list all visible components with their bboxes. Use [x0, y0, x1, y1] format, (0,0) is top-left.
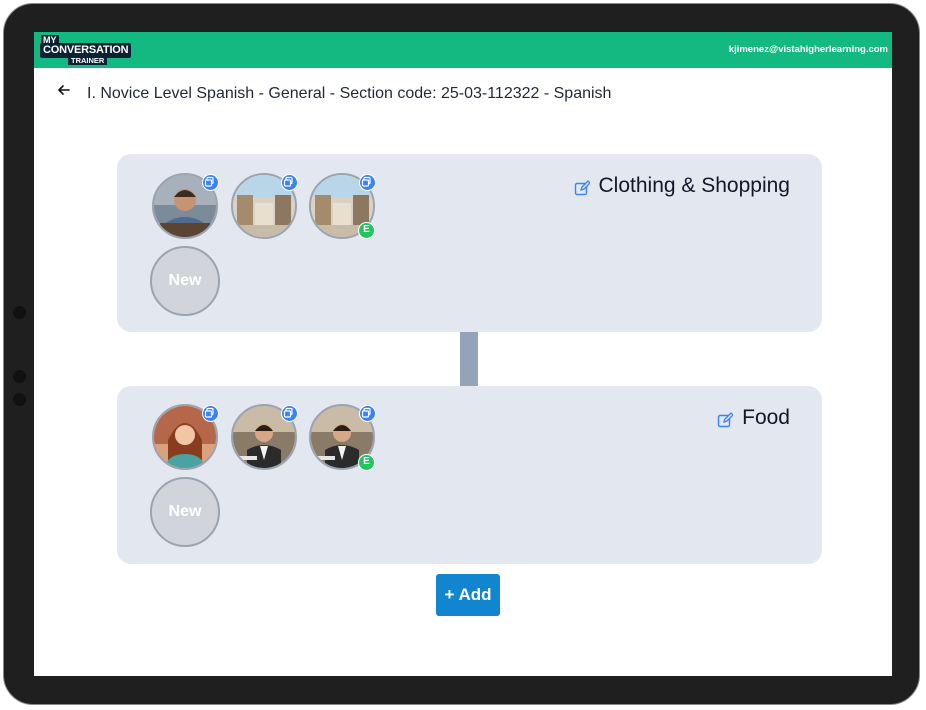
topic-title: Food	[742, 406, 790, 429]
topic-card-clothing: Clothing & Shopping E New	[117, 154, 822, 332]
topic-title-row: Clothing & Shopping	[574, 174, 790, 198]
user-email[interactable]: kjimenez@vistahigherlearning.com	[729, 44, 888, 55]
copy-icon[interactable]	[281, 405, 298, 422]
new-avatar-button[interactable]: New	[150, 246, 220, 316]
device-side-button	[13, 370, 26, 383]
add-topic-button[interactable]: + Add	[436, 574, 500, 616]
copy-icon[interactable]	[281, 174, 298, 191]
app-logo[interactable]: MY CONVERSATION TRAINER	[38, 34, 136, 65]
copy-icon[interactable]	[202, 174, 219, 191]
e-badge: E	[358, 222, 375, 239]
copy-icon[interactable]	[202, 405, 219, 422]
topic-title-row: Food	[717, 406, 790, 430]
device-side-button	[13, 306, 26, 319]
device-side-button	[13, 393, 26, 406]
app-screen: MY CONVERSATION TRAINER kjimenez@vistahi…	[34, 32, 892, 676]
copy-icon[interactable]	[359, 174, 376, 191]
topic-card-food: Food E New	[117, 386, 822, 564]
topic-connector	[460, 332, 478, 386]
logo-trainer: TRAINER	[68, 56, 108, 65]
top-bar: MY CONVERSATION TRAINER kjimenez@vistahi…	[34, 32, 892, 68]
arrow-left-icon[interactable]	[56, 82, 72, 98]
edit-icon[interactable]	[574, 178, 591, 196]
page-breadcrumb: I. Novice Level Spanish - General - Sect…	[87, 85, 612, 102]
edit-icon[interactable]	[717, 410, 735, 428]
copy-icon[interactable]	[359, 405, 376, 422]
e-badge: E	[358, 454, 375, 471]
topic-title: Clothing & Shopping	[598, 174, 790, 197]
new-avatar-button[interactable]: New	[150, 477, 220, 547]
